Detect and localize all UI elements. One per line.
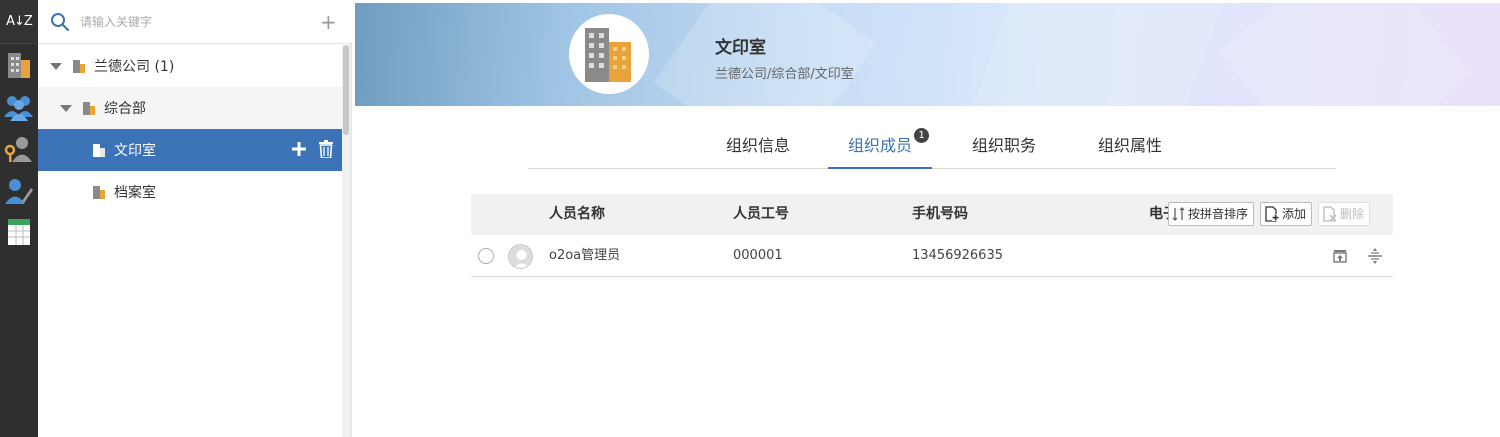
- building-icon: [8, 53, 30, 78]
- tree-node-archive-room[interactable]: 档案室: [38, 171, 342, 213]
- column-header-employee-no: 人员工号: [733, 206, 789, 222]
- user-key-icon: [4, 137, 32, 162]
- tab-org-attribute[interactable]: 组织属性: [1080, 128, 1180, 169]
- add-member-button[interactable]: 添加: [1260, 202, 1313, 226]
- search-icon[interactable]: [50, 12, 70, 32]
- rail-table-button[interactable]: [0, 213, 38, 251]
- tree-search-input[interactable]: [80, 12, 300, 32]
- avatar: [508, 244, 533, 269]
- building-icon: [585, 28, 631, 82]
- tree-node-label: 档案室: [114, 185, 156, 201]
- delete-member-label: 删除: [1340, 207, 1365, 221]
- column-header-name: 人员名称: [549, 206, 605, 222]
- page-title: 文印室: [715, 38, 766, 58]
- tree-add-icon[interactable]: +: [320, 12, 337, 32]
- cell-employee-no: 000001: [733, 248, 783, 263]
- scrollbar-thumb[interactable]: [343, 45, 349, 135]
- add-icon[interactable]: [290, 140, 308, 158]
- sort-pinyin-label: 按拼音排序: [1188, 207, 1249, 221]
- chevron-down-icon[interactable]: [60, 104, 72, 112]
- member-table-header: 人员名称 人员工号 手机号码 电子 按拼音排序 添加 删除: [471, 194, 1393, 235]
- tree-node-label: 文印室: [114, 143, 156, 159]
- org-logo: [569, 14, 649, 94]
- org-tree-panel: + 兰德公司 (1) 综合部 文印室 档案室: [38, 0, 352, 437]
- breadcrumb: 兰德公司/综合部/文印室: [715, 67, 854, 82]
- group-icon: [4, 96, 33, 121]
- sort-button[interactable]: A↓Z: [0, 0, 38, 44]
- row-select-radio[interactable]: [478, 248, 494, 264]
- rail-person-edit-button[interactable]: [0, 172, 38, 210]
- building-icon: [93, 186, 105, 199]
- left-rail: A↓Z: [0, 0, 38, 437]
- cell-phone: 13456926635: [912, 248, 1003, 263]
- sort-pinyin-button[interactable]: 按拼音排序: [1168, 202, 1255, 226]
- rail-role-button[interactable]: [0, 130, 38, 168]
- org-header-banner: 文印室 兰德公司/综合部/文印室: [355, 3, 1500, 106]
- table-toolbar: 按拼音排序 添加 删除: [1168, 202, 1371, 226]
- add-member-label: 添加: [1282, 207, 1307, 221]
- tree-node-label: 综合部: [104, 101, 146, 117]
- delete-member-button[interactable]: 删除: [1318, 202, 1371, 226]
- rail-organization-button[interactable]: [0, 46, 38, 84]
- tree-search-bar: +: [38, 0, 352, 44]
- tree-node-print-room[interactable]: 文印室: [38, 129, 342, 171]
- tree-scrollbar[interactable]: [342, 45, 350, 437]
- cell-name[interactable]: o2oa管理员: [549, 235, 620, 277]
- tree-node-general-dept[interactable]: 综合部: [38, 87, 342, 129]
- tab-label: 组织成员: [847, 136, 912, 155]
- delete-file-icon: [1323, 206, 1337, 222]
- building-icon: [73, 60, 85, 73]
- chevron-down-icon[interactable]: [50, 62, 62, 70]
- sort-icon: [1172, 207, 1185, 221]
- move-to-top-icon[interactable]: [1332, 248, 1348, 264]
- tree-node-actions: [290, 140, 334, 158]
- add-file-icon: [1265, 206, 1280, 222]
- table-row[interactable]: o2oa管理员 000001 13456926635: [471, 235, 1393, 277]
- tree-node-label: 兰德公司 (1): [94, 59, 175, 75]
- user-edit-icon: [5, 179, 33, 204]
- trash-icon[interactable]: [318, 140, 334, 158]
- spreadsheet-icon: [8, 219, 30, 245]
- column-header-phone: 手机号码: [912, 206, 968, 222]
- sort-label: A↓Z: [6, 14, 33, 29]
- user-avatar-icon: [513, 250, 530, 268]
- tree-node-company[interactable]: 兰德公司 (1): [38, 45, 342, 87]
- tree-body: 兰德公司 (1) 综合部 文印室 档案室: [38, 45, 342, 437]
- rail-group-button[interactable]: [0, 88, 38, 126]
- member-count-badge: 1: [914, 128, 929, 143]
- building-icon: [83, 102, 95, 115]
- tab-org-duty[interactable]: 组织职务: [954, 128, 1054, 169]
- org-tabs: 组织信息 组织成员 1 组织职务 组织属性: [528, 128, 1336, 169]
- tab-org-info[interactable]: 组织信息: [708, 128, 808, 169]
- drag-handle-icon[interactable]: [1367, 248, 1383, 264]
- building-icon: [93, 144, 105, 157]
